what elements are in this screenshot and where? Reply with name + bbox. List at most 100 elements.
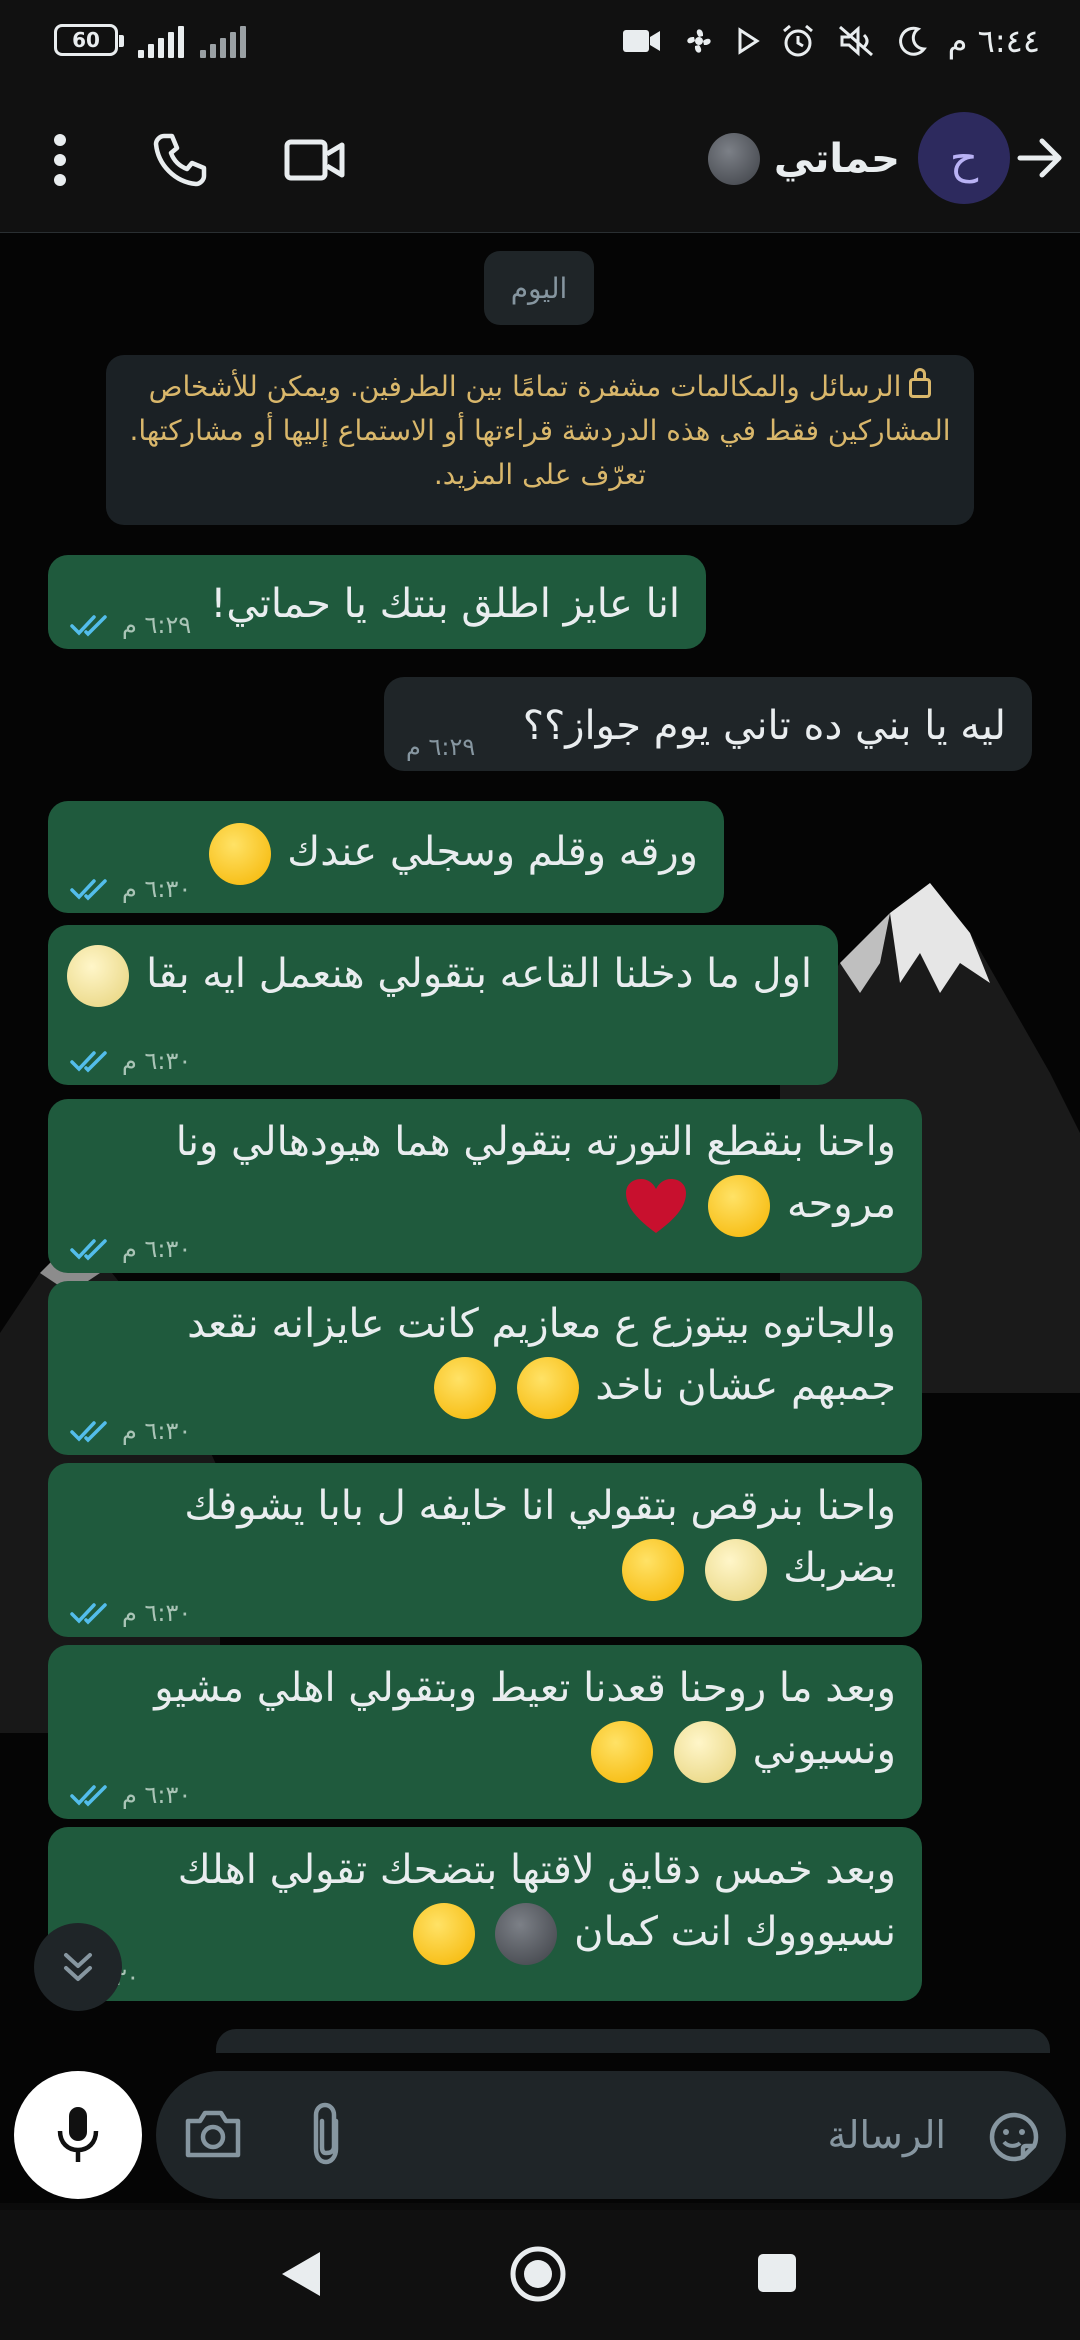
message-text: وبعد ما روحنا قعدنا تعيط وبتقولي اهلي مش… <box>154 1657 896 1783</box>
message-meta: ٦:٢٩ م <box>70 611 191 639</box>
message-text: انا عايز اطلق بنتك يا حماتي! <box>210 581 680 627</box>
contact-title[interactable]: حماتي <box>704 120 900 198</box>
read-ticks-icon <box>70 1785 107 1807</box>
message-line-2: جمبهم عشان ناخد <box>187 1355 896 1419</box>
nav-recents-icon[interactable] <box>756 2252 798 2294</box>
chat-area[interactable]: اليوم الرسائل والمكالمات مشفرة تمامًا بي… <box>0 233 1080 2053</box>
battery-icon: 60 <box>54 24 124 56</box>
message-bubble[interactable]: وبعد ما روحنا قعدنا تعيط وبتقولي اهلي مش… <box>48 1645 922 1819</box>
message-bubble[interactable]: واحنا بنرقص بتقولي انا خايفه ل بابا يشوف… <box>48 1463 922 1637</box>
read-ticks-icon <box>70 1421 107 1443</box>
message-line-1: واحنا بنرقص بتقولي انا خايفه ل بابا يشوف… <box>184 1483 896 1529</box>
message-line-1: وبعد ما روحنا قعدنا تعيط وبتقولي اهلي مش… <box>154 1665 896 1711</box>
message-line-1: واحنا بنقطع التورته بتقولي هما هيودهالي … <box>175 1119 896 1165</box>
back-button[interactable] <box>1010 128 1070 188</box>
message-meta: ٦:٣٠ م <box>70 1235 191 1263</box>
new-moon-face-icon <box>495 1903 558 1965</box>
message-bubble[interactable]: ورقه وقلم وسجلي عندك ٦:٣٠ م <box>48 801 724 913</box>
double-chevron-down-icon <box>64 1953 92 1981</box>
moon-icon <box>898 26 927 56</box>
sticker-icon[interactable] <box>988 2111 1040 2163</box>
message-time: ٦:٢٩ م <box>122 611 192 639</box>
message-bubble[interactable]: اول ما دخلنا القاعه بتقولي هنعمل ايه بقا… <box>48 925 838 1085</box>
status-bar: 60 ٦:٤٤ م <box>0 0 1080 84</box>
message-line-1: وبعد خمس دقايق لاقتها بتضحك تقولي اهلك <box>177 1847 896 1893</box>
video-camera-icon <box>284 139 345 181</box>
message-text: وبعد خمس دقايق لاقتها بتضحك تقولي اهلك ن… <box>178 1839 896 1965</box>
phone-icon <box>153 133 207 187</box>
message-meta: ٦:٣٠ م <box>70 1781 191 1809</box>
message-line-2: ونسيوني <box>154 1719 896 1783</box>
message-line-2-text: جمبهم عشان ناخد <box>595 1363 896 1409</box>
voice-call-button[interactable] <box>140 120 220 200</box>
voice-message-button[interactable] <box>14 2071 142 2199</box>
message-meta: ٦:٣٠ م <box>70 1417 191 1445</box>
encryption-notice[interactable]: الرسائل والمكالمات مشفرة تمامًا بين الطر… <box>106 355 974 525</box>
message-text: واحنا بنقطع التورته بتقولي هما هيودهالي … <box>176 1111 896 1237</box>
message-text-content: ورقه وقلم وسجلي عندك <box>287 829 698 875</box>
message-bubble-partial[interactable] <box>216 2029 1050 2053</box>
message-line-2: مروحه <box>176 1173 896 1237</box>
message-line-2-text: مروحه <box>787 1181 896 1227</box>
play-icon <box>738 27 760 55</box>
message-bubble[interactable]: واحنا بنقطع التورته بتقولي هما هيودهالي … <box>48 1099 922 1273</box>
message-bubble[interactable]: والجاتوه بيتوزع ع معازيم كانت عايزانه نق… <box>48 1281 922 1455</box>
battery-level: 60 <box>72 28 100 52</box>
encryption-text: الرسائل والمكالمات مشفرة تمامًا بين الطر… <box>129 370 951 491</box>
read-ticks-icon <box>70 615 107 637</box>
thinking-face-icon <box>516 1357 579 1419</box>
avatar[interactable]: ح <box>918 112 1010 204</box>
nav-home-icon[interactable] <box>508 2244 568 2304</box>
message-line-1: والجاتوه بيتوزع ع معازيم كانت عايزانه نق… <box>187 1301 896 1347</box>
slightly-smiling-face-icon <box>208 823 271 885</box>
message-bubble[interactable]: ليه يا بني ده تاني يوم جواز؟؟ ٦:٢٩ م <box>384 677 1032 771</box>
message-time: ٦:٣٠ م <box>122 1235 192 1263</box>
message-text: اول ما دخلنا القاعه بتقولي هنعمل ايه بقا <box>63 943 812 1007</box>
more-options-button[interactable] <box>36 124 84 196</box>
scroll-to-bottom-button[interactable] <box>34 1923 122 2011</box>
message-time: ٦:٣٠ م <box>122 1417 192 1445</box>
full-moon-face-icon <box>704 1539 767 1601</box>
chat-header: حماتي ح <box>0 84 1080 233</box>
contact-name: حماتي <box>773 136 900 182</box>
message-text: واحنا بنرقص بتقولي انا خايفه ل بابا يشوف… <box>184 1475 896 1601</box>
slightly-smiling-face-icon <box>433 1357 496 1419</box>
mute-icon <box>838 25 873 57</box>
message-text-content: اول ما دخلنا القاعه بتقولي هنعمل ايه بقا <box>146 951 812 997</box>
nav-back-icon[interactable] <box>278 2248 324 2300</box>
message-input[interactable]: الرسالة <box>156 2071 1066 2199</box>
attach-icon[interactable] <box>306 2101 346 2167</box>
video-recording-icon <box>622 30 660 52</box>
message-input-bar: الرسالة <box>0 2053 1080 2203</box>
read-ticks-icon <box>70 1239 107 1261</box>
signal-icon-sim2 <box>200 24 246 58</box>
read-ticks-icon <box>70 879 107 901</box>
message-line-2-text: ونسيوني <box>752 1727 896 1773</box>
face-with-tears-of-joy-icon <box>621 1539 684 1601</box>
avatar-letter: ح <box>949 132 979 184</box>
system-navigation-bar <box>0 2210 1080 2340</box>
full-moon-face-icon <box>67 945 130 1007</box>
lock-icon <box>909 368 932 398</box>
message-bubble[interactable]: انا عايز اطلق بنتك يا حماتي! ٦:٢٩ م <box>48 555 706 649</box>
face-with-tears-of-joy-icon <box>412 1903 475 1965</box>
message-time: ٦:٢٩ م <box>406 733 476 761</box>
status-icons: ٦:٤٤ م <box>622 18 1040 64</box>
clock: ٦:٤٤ م <box>947 22 1040 60</box>
message-bubble[interactable]: وبعد خمس دقايق لاقتها بتضحك تقولي اهلك ن… <box>48 1827 922 2001</box>
video-call-button[interactable] <box>270 120 360 200</box>
fan-icon <box>687 29 711 53</box>
message-time: ٦:٣٠ م <box>122 875 192 903</box>
message-text: ليه يا بني ده تاني يوم جواز؟؟ <box>522 703 1006 749</box>
red-heart-icon <box>625 1179 686 1233</box>
message-time: ٦:٣٠ م <box>122 1047 192 1075</box>
camera-icon[interactable] <box>184 2107 242 2159</box>
slightly-smiling-face-icon <box>708 1175 771 1237</box>
message-text: ورقه وقلم وسجلي عندك <box>205 821 698 885</box>
alarm-icon <box>782 24 813 57</box>
message-text: والجاتوه بيتوزع ع معازيم كانت عايزانه نق… <box>187 1293 896 1419</box>
microphone-icon <box>57 2107 99 2162</box>
message-placeholder: الرسالة <box>827 2113 946 2157</box>
message-meta: ٦:٣٠ م <box>70 1599 191 1627</box>
message-line-2-text: نسيوووك انت كمان <box>574 1909 896 1955</box>
